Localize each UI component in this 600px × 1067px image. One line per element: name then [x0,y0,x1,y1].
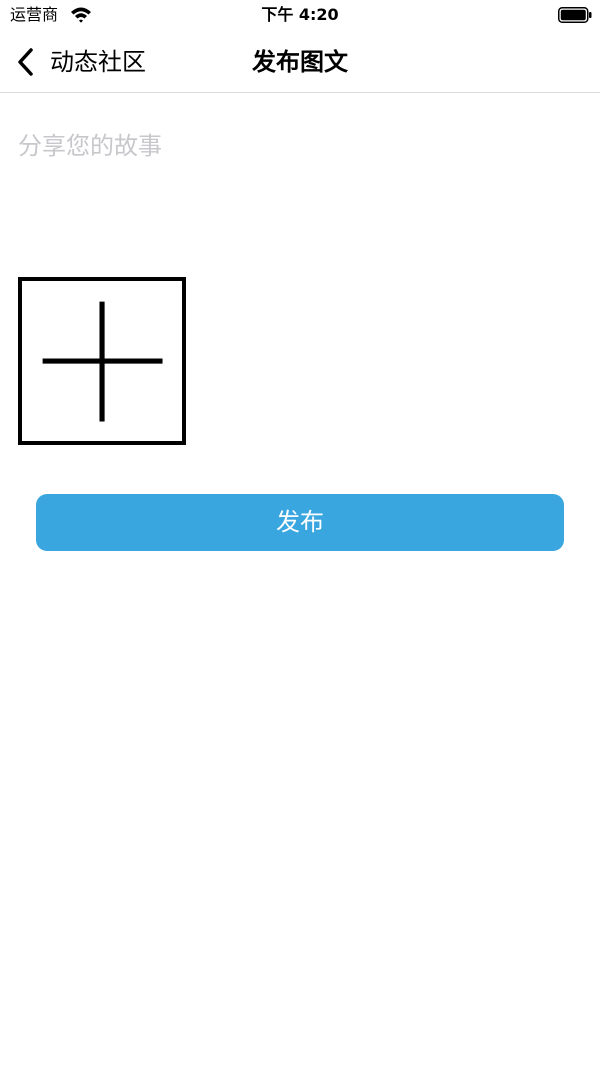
publish-button[interactable]: 发布 [36,494,564,551]
navigation-bar: 动态社区 发布图文 [0,32,600,93]
status-bar: 运营商 下午 4:20 [0,0,600,32]
add-image-button[interactable] [18,277,186,445]
plus-icon [42,301,163,422]
page-title: 发布图文 [252,48,348,76]
battery-icon [558,7,592,23]
story-text-input[interactable] [18,124,582,244]
status-time: 下午 4:20 [261,5,339,24]
